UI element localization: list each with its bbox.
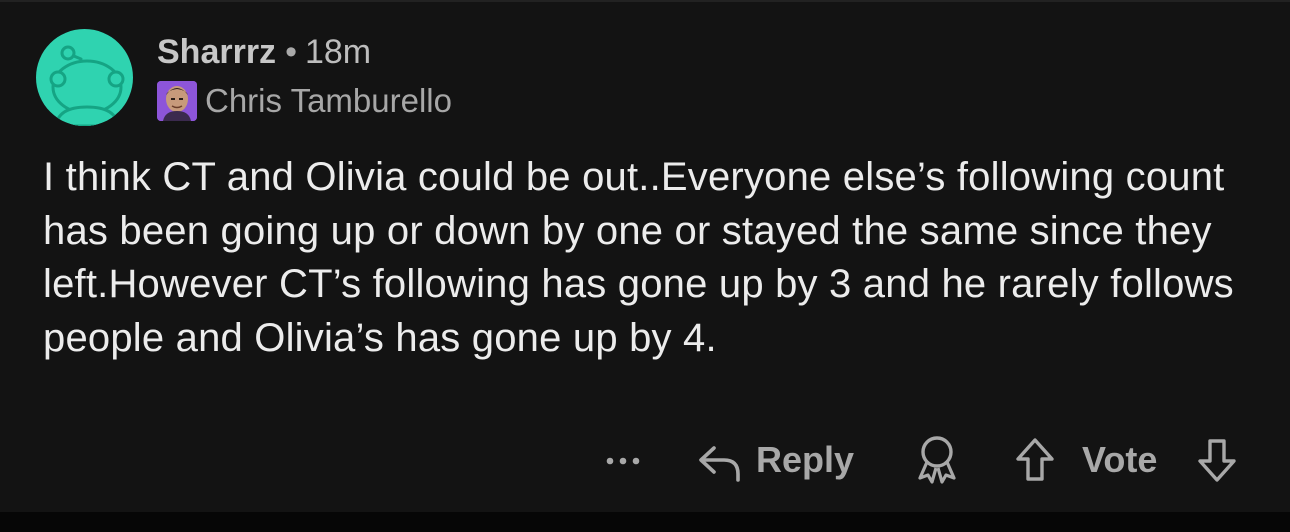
user-flair: Chris Tamburello bbox=[157, 80, 452, 121]
person-photo-icon bbox=[157, 80, 197, 121]
more-options-icon[interactable] bbox=[604, 430, 644, 490]
comment-actions: Reply Vote bbox=[0, 430, 1290, 490]
author-row: Sharrrz • 18m bbox=[157, 32, 371, 72]
vote-label: Vote bbox=[1082, 439, 1158, 480]
downvote-arrow-icon[interactable] bbox=[1195, 430, 1239, 490]
flair-text: Chris Tamburello bbox=[205, 82, 452, 119]
separator-dot: • bbox=[285, 33, 297, 71]
reply-label: Reply bbox=[756, 439, 855, 480]
username-link[interactable]: Sharrrz bbox=[157, 33, 276, 71]
timestamp: 18m bbox=[304, 33, 372, 71]
vote-count: Vote bbox=[1082, 430, 1157, 490]
comment-card: Sharrrz • 18m Chris Tamburello I think CT … bbox=[0, 0, 1290, 512]
comment-body: I think CT and Olivia could be out..Ever… bbox=[43, 155, 1234, 360]
snoo-avatar-icon[interactable] bbox=[36, 29, 133, 126]
upvote-arrow-icon[interactable] bbox=[1013, 430, 1057, 490]
award-icon[interactable] bbox=[914, 430, 960, 490]
reply-arrow-icon bbox=[696, 436, 744, 484]
reply-button[interactable]: Reply bbox=[696, 430, 854, 490]
bottom-divider bbox=[0, 512, 1290, 532]
